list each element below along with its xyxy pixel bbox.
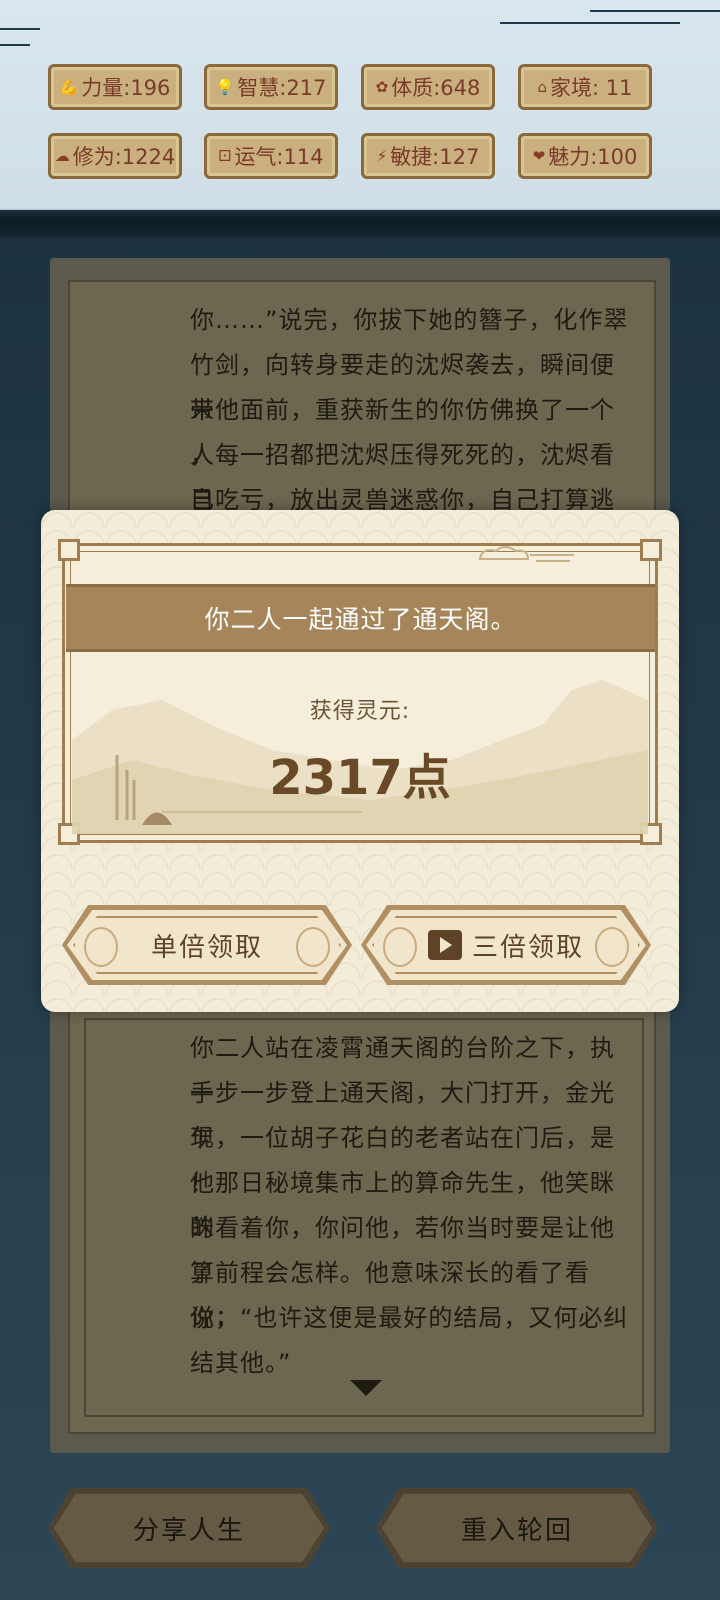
stat-family: ⌂ 家境: 11 bbox=[518, 64, 652, 110]
story-line: 你……”说完，你拔下她的簪子，化作翠 bbox=[190, 306, 629, 334]
home-icon: ⌂ bbox=[537, 78, 548, 96]
story-line: 说：“也许这便是最好的结局，又何必纠 bbox=[190, 1304, 629, 1332]
stat-strength: 💪 力量:196 bbox=[48, 64, 182, 110]
body-icon: ✿ bbox=[375, 78, 389, 96]
stat-charm: ❤ 魅力:100 bbox=[518, 133, 652, 179]
cloud-ornament bbox=[478, 546, 574, 562]
stat-label: 魅力:100 bbox=[548, 145, 638, 169]
story-line: 结其他。” bbox=[190, 1349, 292, 1377]
stat-label: 修为:1224 bbox=[72, 145, 176, 169]
stat-wisdom: 💡 智慧:217 bbox=[204, 64, 338, 110]
stat-label: 智慧:217 bbox=[237, 76, 327, 100]
claim-triple-button[interactable]: 三倍领取 bbox=[361, 905, 651, 985]
frame-corner bbox=[640, 539, 662, 561]
ink-brush-divider bbox=[0, 208, 720, 238]
arm-icon: 💪 bbox=[59, 78, 79, 96]
reward-value: 2317点 bbox=[269, 750, 451, 806]
dice-icon: ⚀ bbox=[218, 147, 232, 165]
claim-single-button[interactable]: 单倍领取 bbox=[62, 905, 352, 985]
frame-corner bbox=[58, 539, 80, 561]
stat-label: 敏捷:127 bbox=[390, 145, 480, 169]
claim-triple-label: 三倍领取 bbox=[471, 932, 584, 963]
reincarnate-button[interactable]: 重入轮回 bbox=[376, 1488, 658, 1568]
heart-icon: ❤ bbox=[532, 147, 546, 165]
share-life-button[interactable]: 分享人生 bbox=[48, 1488, 330, 1568]
reward-label: 获得灵元: bbox=[309, 699, 411, 724]
sky-background bbox=[0, 0, 720, 225]
claim-single-label: 单倍领取 bbox=[150, 932, 263, 963]
cloud-decoration bbox=[590, 10, 720, 12]
stat-constitution: ✿ 体质:648 bbox=[361, 64, 495, 110]
share-life-label: 分享人生 bbox=[132, 1515, 245, 1546]
stat-agility: ⚡ 敏捷:127 bbox=[361, 133, 495, 179]
cloud-decoration bbox=[500, 22, 680, 24]
stat-cultivation: ☁ 修为:1224 bbox=[48, 133, 182, 179]
cloud-decoration bbox=[0, 44, 30, 46]
lightning-icon: ⚡ bbox=[376, 147, 388, 165]
cloud-icon: ☁ bbox=[54, 147, 70, 165]
bulb-icon: 💡 bbox=[215, 78, 235, 96]
stat-label: 体质:648 bbox=[391, 76, 481, 100]
dialog-title: 你二人一起通过了通天阁。 bbox=[66, 584, 655, 652]
scroll-down-icon[interactable] bbox=[350, 1380, 382, 1396]
reincarnate-label: 重入轮回 bbox=[460, 1515, 573, 1546]
stat-label: 运气:114 bbox=[234, 145, 324, 169]
stat-label: 家境: 11 bbox=[550, 76, 633, 100]
cloud-decoration bbox=[0, 28, 40, 30]
stat-label: 力量:196 bbox=[81, 76, 171, 100]
play-video-icon bbox=[427, 930, 462, 960]
stat-luck: ⚀ 运气:114 bbox=[204, 133, 338, 179]
